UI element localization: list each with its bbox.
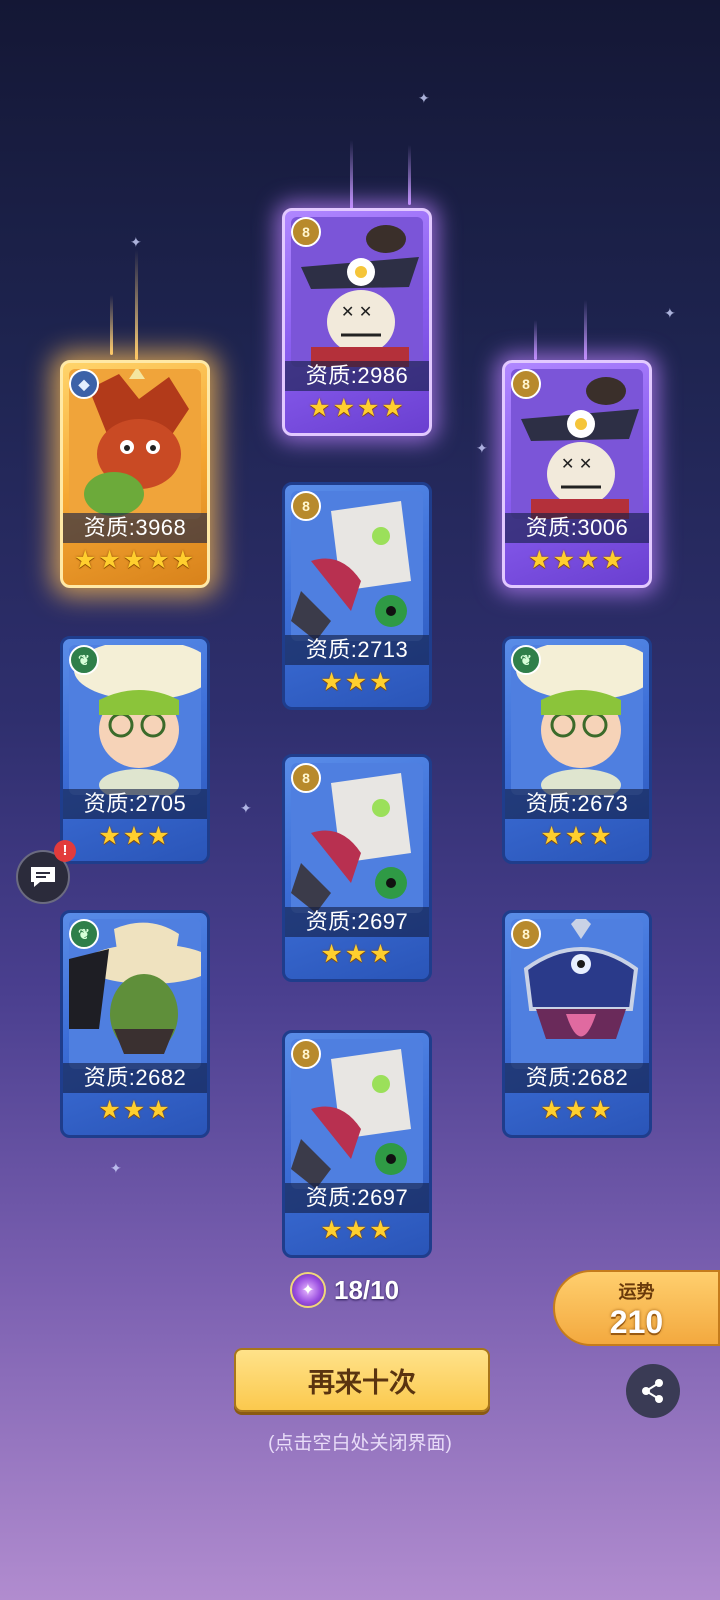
hero-card-purple[interactable]: ✕ ✕ 8 资质:3006 ★★★★ (502, 360, 652, 588)
quality-label: 资质:2697 (285, 907, 429, 937)
star-rating: ★★★ (320, 940, 394, 968)
light-ray (534, 320, 537, 360)
hero-card-gold[interactable]: ◆ 资质:3968 ★★★★★ (60, 360, 210, 588)
hero-card-purple[interactable]: ✕ ✕ 8 资质:2986 ★★★★ (282, 208, 432, 436)
summon-ten-again-label: 再来十次 (308, 1367, 416, 1398)
chat-bubble-icon (31, 867, 55, 887)
hero-card-blue[interactable]: ❦ 资质:2682 ★★★ (60, 910, 210, 1138)
hero-card-blue[interactable]: 8 资质:2682 ★★★ (502, 910, 652, 1138)
light-ray (135, 250, 138, 360)
summon-count-text: 18/10 (334, 1274, 400, 1305)
star-rating: ★★★ (320, 1216, 394, 1244)
star-rating: ★★★★ (528, 546, 626, 574)
star-rating: ★★★ (320, 668, 394, 696)
summon-ticket-icon: ✦ (290, 1272, 326, 1308)
star-rating: ★★★★★ (73, 546, 197, 574)
light-ray (350, 140, 353, 210)
sparkle-icon: ✦ (130, 234, 142, 250)
light-ray (584, 300, 587, 360)
quality-label: 资质:2682 (505, 1063, 649, 1093)
gold-element-icon: 8 (511, 919, 541, 949)
quality-label: 资质:3006 (505, 513, 649, 543)
star-rating: ★★★ (540, 1096, 614, 1124)
summon-ten-again-button[interactable]: 再来十次 (234, 1348, 490, 1412)
star-rating: ★★★ (98, 1096, 172, 1124)
fortune-label: 运势 (618, 1282, 655, 1302)
svg-text:✕ ✕: ✕ ✕ (341, 304, 372, 321)
light-ray (110, 295, 113, 355)
nature-element-icon: ❦ (69, 645, 99, 675)
share-button[interactable] (626, 1364, 680, 1418)
gold-element-icon: 8 (291, 217, 321, 247)
quality-label: 资质:2697 (285, 1183, 429, 1213)
fortune-panel[interactable]: 运势 210 (553, 1270, 720, 1346)
gold-element-icon: 8 (511, 369, 541, 399)
close-hint-text: (点击空白处关闭界面) (268, 1433, 452, 1454)
nature-element-icon: ❦ (69, 919, 99, 949)
summon-ticket-counter: ✦ 18/10 (290, 1272, 399, 1308)
sparkle-icon: ✦ (110, 1160, 122, 1176)
hero-card-blue[interactable]: 8 资质:2697 ★★★ (282, 754, 432, 982)
gold-element-icon: 8 (291, 1039, 321, 1069)
hero-card-blue[interactable]: ❦ 资质:2673 ★★★ (502, 636, 652, 864)
sparkle-icon: ✦ (240, 800, 252, 816)
share-icon (642, 1379, 663, 1403)
star-rating: ★★★★ (308, 394, 406, 422)
quality-label: 资质:2705 (63, 789, 207, 819)
sparkle-icon: ✦ (476, 440, 488, 456)
dragon-element-icon: ◆ (69, 369, 99, 399)
hero-card-blue[interactable]: 8 资质:2713 ★★★ (282, 482, 432, 710)
quality-label: 资质:3968 (63, 513, 207, 543)
svg-text:✕ ✕: ✕ ✕ (561, 456, 592, 473)
nature-element-icon: ❦ (511, 645, 541, 675)
fortune-value: 210 (609, 1304, 664, 1340)
hero-card-blue[interactable]: 8 资质:2697 ★★★ (282, 1030, 432, 1258)
gold-element-icon: 8 (291, 491, 321, 521)
star-rating: ★★★ (98, 822, 172, 850)
quality-label: 资质:2986 (285, 361, 429, 391)
sparkle-icon: ✦ (418, 90, 430, 106)
hero-card-blue[interactable]: ❦ 资质:2705 ★★★ (60, 636, 210, 864)
quality-label: 资质:2713 (285, 635, 429, 665)
light-ray (408, 145, 411, 205)
gold-element-icon: 8 (291, 763, 321, 793)
sparkle-icon: ✦ (664, 305, 676, 321)
quality-label: 资质:2673 (505, 789, 649, 819)
star-rating: ★★★ (540, 822, 614, 850)
quality-label: 资质:2682 (63, 1063, 207, 1093)
